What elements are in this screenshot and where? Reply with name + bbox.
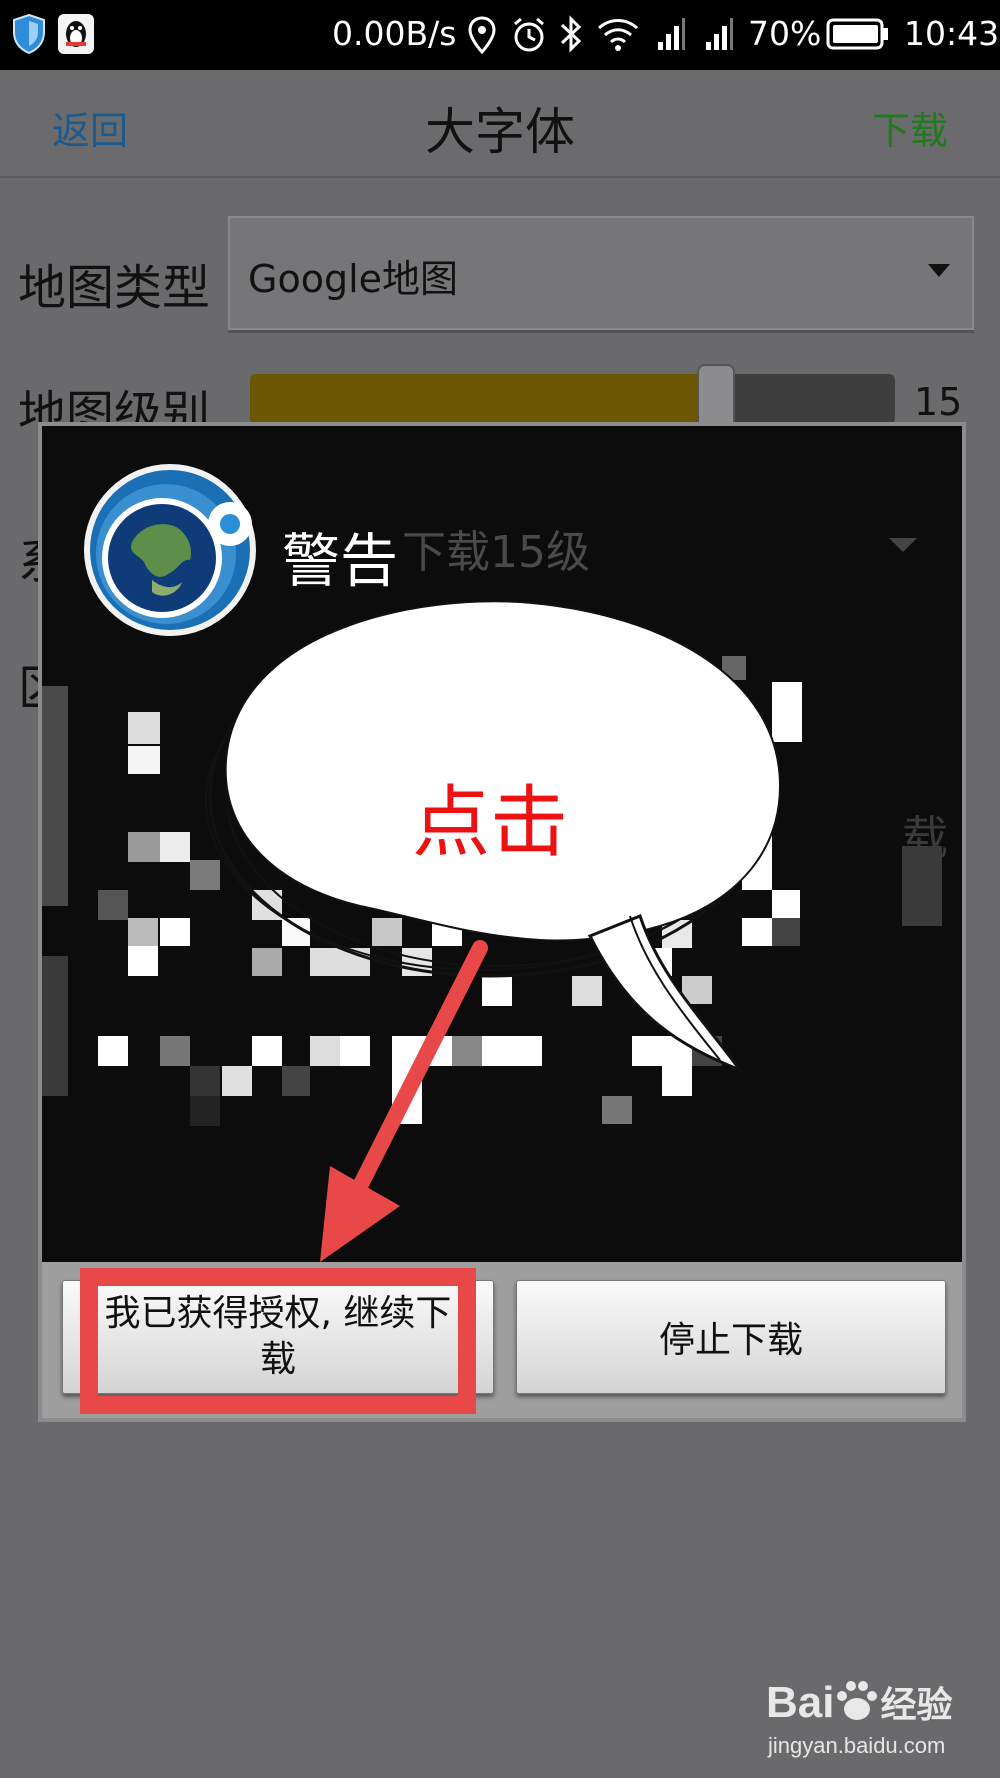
status-bar: 0.00B/s 70% 10:43 [0,0,1000,70]
paw-icon [837,1681,878,1720]
callout-text: 点击 [411,778,568,868]
clock: 10:43 [904,14,1000,53]
red-arrow-icon [320,940,488,1262]
page-title: 大字体 [425,103,575,161]
map-type-label: 地图类型 [18,260,211,316]
watermark-url: jingyan.baidu.com [768,1733,946,1758]
wifi-icon [597,19,639,51]
stop-download-button[interactable]: 停止下载 [516,1280,946,1394]
battery-percent: 70% [748,14,822,53]
alarm-icon [514,17,544,52]
signal-icon [658,18,685,50]
chevron-down-icon [928,264,950,277]
watermark-brand-a: Bai [766,1678,835,1727]
obscured-message-partial: 载 [902,811,948,865]
map-type-select[interactable]: Google地图 [228,216,974,330]
baidu-jingyan-watermark: Bai 经验 [766,1676,953,1728]
watermark-brand-b: 经验 [880,1684,953,1725]
action-bar: 返回 大字体 下载 [0,70,1000,178]
location-icon [468,16,496,54]
shield-icon [13,14,45,54]
qq-penguin-icon [58,14,94,54]
map-type-value: Google地图 [248,257,459,301]
row3-value-partial: 下载15级 [402,527,590,578]
battery-icon [826,18,888,50]
network-speed: 0.00B/s [332,14,457,53]
highlight-box [80,1268,476,1414]
signal-icon [706,18,733,50]
bluetooth-icon [560,15,582,53]
map-level-slider-fill [250,374,714,424]
map-level-slider[interactable] [250,364,895,438]
download-button[interactable]: 下载 [872,100,948,155]
map-level-value: 15 [914,380,963,424]
chevron-down-icon [889,538,917,552]
